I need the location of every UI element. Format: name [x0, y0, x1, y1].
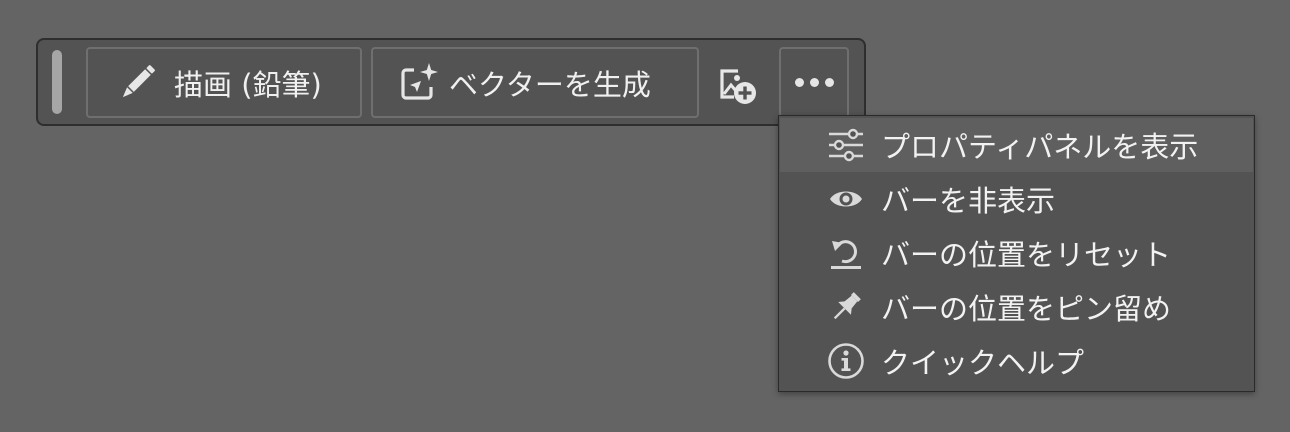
drag-handle[interactable] [52, 50, 62, 114]
menu-item-quick-help[interactable]: クイックヘルプ [780, 334, 1253, 388]
reset-icon [826, 233, 866, 273]
pin-icon [826, 287, 866, 327]
menu-item-label: バーを非表示 [881, 184, 1056, 218]
menu-item-pin-bar-position[interactable]: バーの位置をピン留め [780, 280, 1253, 334]
pencil-icon [114, 60, 160, 106]
menu-item-label: バーの位置をピン留め [881, 292, 1172, 326]
info-icon [826, 341, 866, 381]
more-horizontal-icon [794, 78, 834, 87]
draw-button-label: 描画 (鉛筆) [174, 67, 322, 102]
menu-item-label: プロパティパネルを表示 [881, 130, 1199, 164]
menu-item-label: クイックヘルプ [881, 346, 1085, 380]
more-options-button[interactable] [779, 47, 849, 118]
sliders-icon [826, 125, 866, 165]
draw-pencil-button[interactable]: 描画 (鉛筆) [86, 47, 362, 118]
menu-item-label: バーの位置をリセット [881, 238, 1172, 272]
vector-button-label: ベクターを生成 [449, 67, 651, 102]
contextual-task-bar: 描画 (鉛筆) ベクターを生成 [36, 38, 866, 126]
menu-item-show-properties-panel[interactable]: プロパティパネルを表示 [780, 118, 1253, 172]
image-add-icon[interactable] [714, 62, 762, 108]
generate-vector-button[interactable]: ベクターを生成 [371, 47, 699, 118]
menu-item-reset-bar-position[interactable]: バーの位置をリセット [780, 226, 1253, 280]
generate-vector-icon [397, 60, 443, 106]
menu-item-hide-bar[interactable]: バーを非表示 [780, 172, 1253, 226]
eye-icon [826, 179, 866, 219]
task-bar-options-menu: プロパティパネルを表示 バーを非表示 バーの位置をリセット バーの位置をピン留め… [778, 115, 1255, 392]
